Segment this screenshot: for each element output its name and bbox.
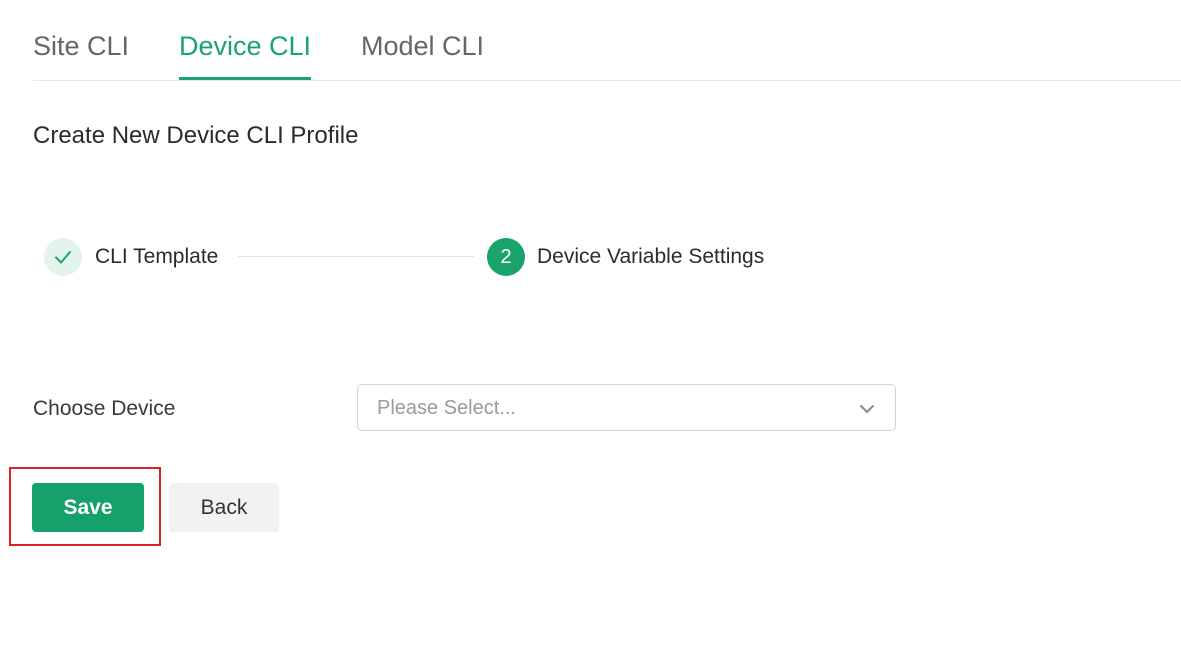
tab-site-cli[interactable]: Site CLI bbox=[33, 30, 129, 62]
step-connector bbox=[238, 256, 474, 257]
step-1-label: CLI Template bbox=[95, 245, 219, 268]
back-button[interactable]: Back bbox=[169, 483, 279, 532]
save-button[interactable]: Save bbox=[32, 483, 144, 532]
tab-model-cli[interactable]: Model CLI bbox=[361, 30, 484, 62]
select-placeholder: Please Select... bbox=[377, 397, 516, 419]
active-tab-indicator bbox=[179, 77, 311, 80]
step-2-indicator: 2 bbox=[487, 238, 525, 276]
step-1-indicator bbox=[44, 238, 82, 276]
check-icon bbox=[55, 251, 71, 264]
choose-device-select[interactable]: Please Select... bbox=[357, 384, 896, 431]
choose-device-label: Choose Device bbox=[33, 397, 176, 420]
chevron-down-icon bbox=[860, 405, 874, 413]
step-2-label: Device Variable Settings bbox=[537, 245, 765, 268]
page-title: Create New Device CLI Profile bbox=[33, 122, 359, 149]
tab-device-cli[interactable]: Device CLI bbox=[179, 30, 311, 62]
tab-bar: Site CLI Device CLI Model CLI bbox=[33, 0, 1181, 81]
